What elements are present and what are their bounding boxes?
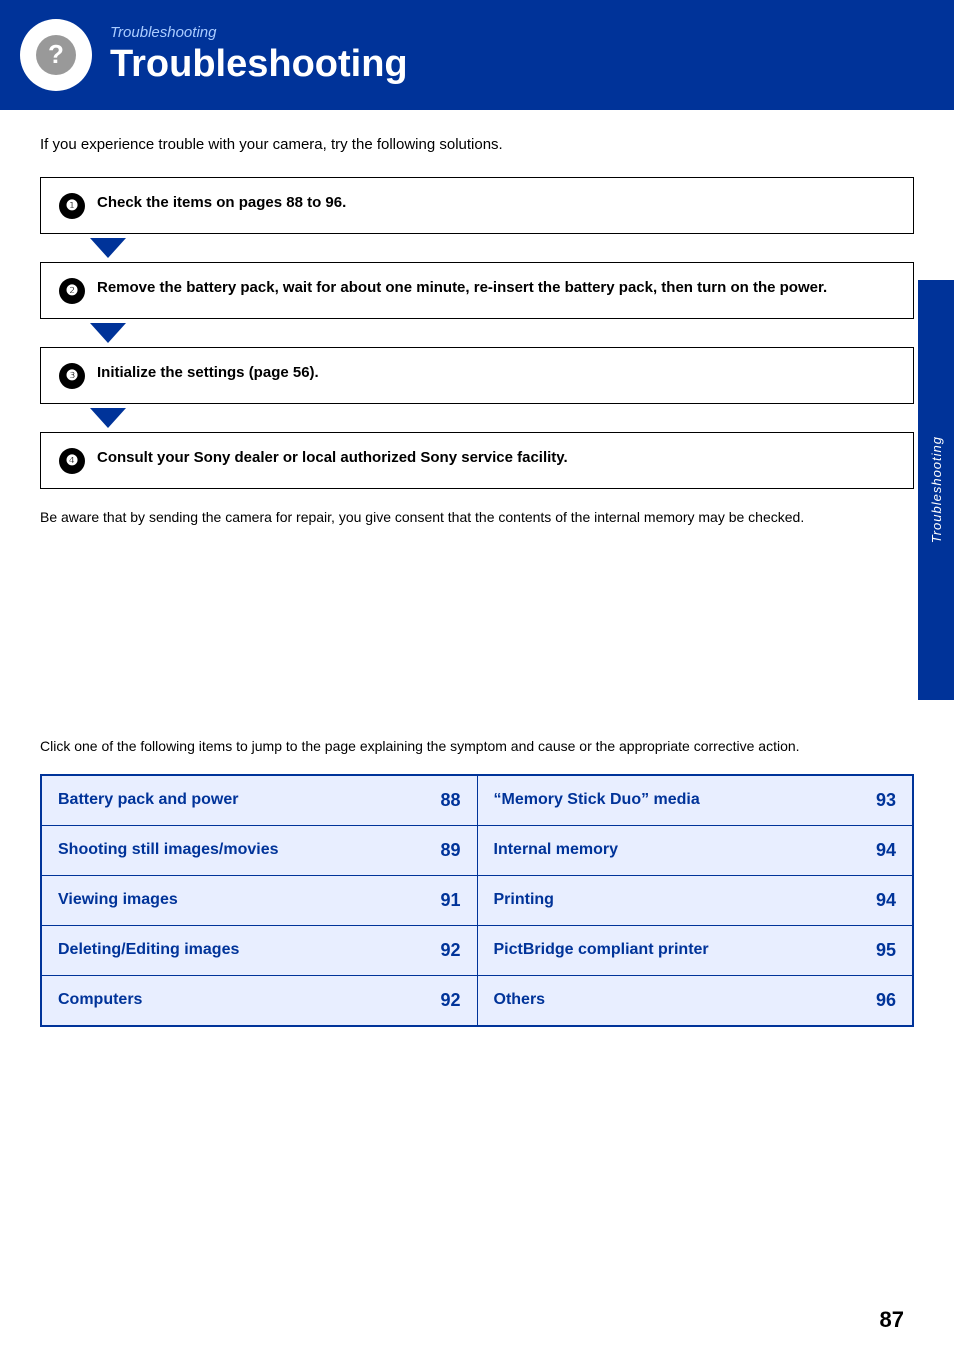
question-mark-icon: ? [34, 33, 78, 77]
steps-container: ❶ Check the items on pages 88 to 96. ❷ R… [40, 177, 914, 489]
jump-text: Click one of the following items to jump… [40, 736, 914, 758]
topic-page: 95 [876, 940, 896, 961]
step-text-4: Consult your Sony dealer or local author… [97, 447, 568, 469]
topic-cell-left-3[interactable]: Deleting/Editing images 92 [41, 925, 477, 975]
topic-cell-right-4[interactable]: Others 96 [477, 975, 913, 1026]
spacer [40, 556, 914, 736]
step-bullet-4: ❹ [59, 448, 85, 474]
main-content: If you experience trouble with your came… [0, 110, 954, 1051]
topic-label: Battery pack and power [58, 791, 239, 809]
arrow-1 [40, 234, 914, 262]
step-box-3: ❸ Initialize the settings (page 56). [40, 347, 914, 404]
topic-page: 92 [440, 940, 460, 961]
topic-cell-left-1[interactable]: Shooting still images/movies 89 [41, 825, 477, 875]
topic-label: Printing [494, 891, 554, 909]
topics-table: Battery pack and power 88 “Memory Stick … [40, 774, 914, 1027]
step-text-2: Remove the battery pack, wait for about … [97, 277, 827, 299]
topic-page: 94 [876, 840, 896, 861]
step-text-3: Initialize the settings (page 56). [97, 362, 319, 384]
topic-page: 94 [876, 890, 896, 911]
svg-text:?: ? [48, 39, 64, 69]
topic-label: “Memory Stick Duo” media [494, 791, 700, 809]
right-sidebar: Troubleshooting [918, 280, 954, 700]
topic-page: 88 [440, 790, 460, 811]
table-row[interactable]: Viewing images 91 Printing 94 [41, 875, 913, 925]
header-icon-circle: ? [20, 19, 92, 91]
topic-cell-right-0[interactable]: “Memory Stick Duo” media 93 [477, 775, 913, 826]
topic-page: 89 [440, 840, 460, 861]
intro-text: If you experience trouble with your came… [40, 134, 914, 157]
page-number: 87 [880, 1307, 904, 1333]
step-bullet-3: ❸ [59, 363, 85, 389]
step-box-1: ❶ Check the items on pages 88 to 96. [40, 177, 914, 234]
topic-label: Computers [58, 991, 142, 1009]
topic-page: 92 [440, 990, 460, 1011]
page-header: ? Troubleshooting Troubleshooting [0, 0, 954, 110]
step-bullet-2: ❷ [59, 278, 85, 304]
table-row[interactable]: Battery pack and power 88 “Memory Stick … [41, 775, 913, 826]
table-row[interactable]: Shooting still images/movies 89 Internal… [41, 825, 913, 875]
topic-label: Internal memory [494, 841, 618, 859]
header-text-group: Troubleshooting Troubleshooting [110, 24, 408, 86]
sidebar-label: Troubleshooting [929, 436, 944, 543]
step-bullet-1: ❶ [59, 193, 85, 219]
topic-cell-left-4[interactable]: Computers 92 [41, 975, 477, 1026]
topic-cell-right-3[interactable]: PictBridge compliant printer 95 [477, 925, 913, 975]
topic-page: 93 [876, 790, 896, 811]
topic-cell-left-0[interactable]: Battery pack and power 88 [41, 775, 477, 826]
step-box-4: ❹ Consult your Sony dealer or local auth… [40, 432, 914, 489]
topic-label: PictBridge compliant printer [494, 941, 709, 959]
arrow-2 [40, 319, 914, 347]
header-title: Troubleshooting [110, 43, 408, 86]
topic-page: 96 [876, 990, 896, 1011]
disclaimer-text: Be aware that by sending the camera for … [40, 507, 914, 529]
step-text-1: Check the items on pages 88 to 96. [97, 192, 346, 214]
topic-label: Shooting still images/movies [58, 841, 279, 859]
header-subtitle: Troubleshooting [110, 24, 408, 41]
arrow-3 [40, 404, 914, 432]
step-box-2: ❷ Remove the battery pack, wait for abou… [40, 262, 914, 319]
topic-label: Deleting/Editing images [58, 941, 239, 959]
topic-cell-right-1[interactable]: Internal memory 94 [477, 825, 913, 875]
topic-cell-left-2[interactable]: Viewing images 91 [41, 875, 477, 925]
topic-label: Others [494, 991, 546, 1009]
topic-label: Viewing images [58, 891, 178, 909]
table-row[interactable]: Deleting/Editing images 92 PictBridge co… [41, 925, 913, 975]
topic-page: 91 [440, 890, 460, 911]
topic-cell-right-2[interactable]: Printing 94 [477, 875, 913, 925]
table-row[interactable]: Computers 92 Others 96 [41, 975, 913, 1026]
